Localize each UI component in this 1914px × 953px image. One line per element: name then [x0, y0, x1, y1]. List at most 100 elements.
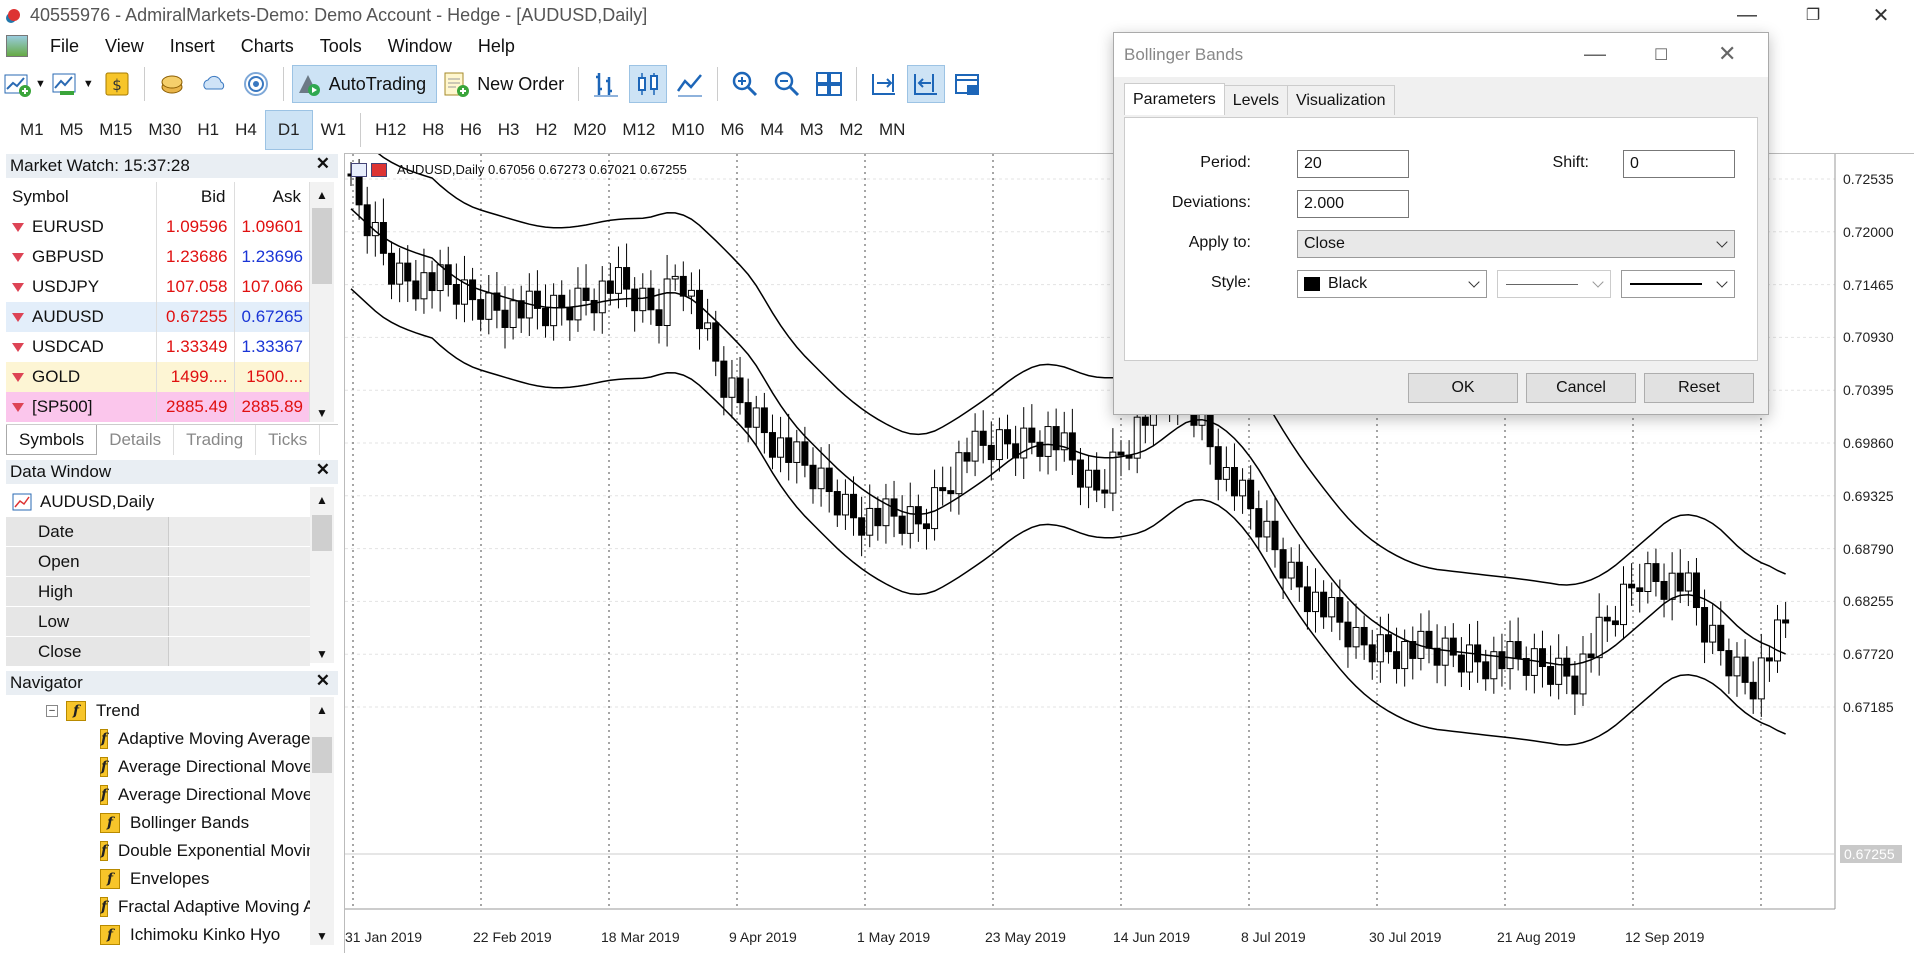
tree-item[interactable]: f Envelopes: [6, 865, 310, 893]
tab-parameters[interactable]: Parameters: [1124, 83, 1225, 115]
tab-ticks[interactable]: Ticks: [256, 425, 321, 455]
cancel-button[interactable]: Cancel: [1526, 373, 1636, 403]
timeframe-m2[interactable]: M2: [831, 110, 871, 150]
timeframe-h12[interactable]: H12: [367, 110, 414, 150]
chart-color-icon[interactable]: [371, 162, 387, 177]
tree-item[interactable]: f Double Exponential Moving Average: [6, 837, 310, 865]
reset-button[interactable]: Reset: [1644, 373, 1754, 403]
tab-levels[interactable]: Levels: [1223, 85, 1288, 115]
timeframe-m12[interactable]: M12: [614, 110, 663, 150]
data-window-close-icon[interactable]: ✕: [316, 460, 330, 480]
tree-item[interactable]: f Adaptive Moving Average: [6, 725, 310, 753]
data-window-scrollbar[interactable]: ▲ ▼: [310, 487, 334, 663]
market-watch-row[interactable]: GOLD 1499.... 1500....: [6, 362, 310, 392]
period-field[interactable]: 20: [1297, 150, 1409, 178]
timeframe-m1[interactable]: M1: [12, 110, 52, 150]
auto-scroll-button[interactable]: [907, 65, 946, 103]
column-ask[interactable]: Ask: [234, 182, 310, 212]
new-chart-button[interactable]: ▼: [2, 65, 46, 103]
scroll-up-icon[interactable]: ▲: [316, 188, 328, 202]
signals-button[interactable]: [237, 65, 275, 103]
scroll-thumb[interactable]: [312, 515, 332, 551]
tab-symbols[interactable]: Symbols: [6, 425, 98, 455]
tree-item[interactable]: f Fractal Adaptive Moving Average: [6, 893, 310, 921]
timeframe-w1[interactable]: W1: [313, 110, 355, 150]
new-order-button[interactable]: New Order: [441, 65, 570, 103]
market-watch-button[interactable]: $: [98, 65, 136, 103]
tree-group-trend[interactable]: – f Trend: [6, 697, 310, 725]
market-watch-row[interactable]: AUDUSD 0.67255 0.67265: [6, 302, 310, 332]
navigator-close-icon[interactable]: ✕: [316, 671, 330, 691]
tab-visualization[interactable]: Visualization: [1286, 85, 1395, 115]
scroll-down-icon[interactable]: ▼: [316, 647, 328, 661]
timeframe-d1[interactable]: D1: [264, 110, 313, 150]
column-symbol[interactable]: Symbol: [6, 182, 157, 212]
dialog-minimize-icon[interactable]: —: [1584, 41, 1606, 67]
chart-shift-button[interactable]: [865, 65, 903, 103]
timeframe-h1[interactable]: H1: [189, 110, 227, 150]
scroll-up-icon[interactable]: ▲: [316, 703, 328, 717]
tree-item[interactable]: f Bollinger Bands: [6, 809, 310, 837]
market-watch-row[interactable]: USDCAD 1.33349 1.33367: [6, 332, 310, 362]
scroll-thumb[interactable]: [312, 208, 332, 284]
market-watch-row[interactable]: USDJPY 107.058 107.066: [6, 272, 310, 302]
close-icon[interactable]: ✕: [1856, 0, 1906, 30]
tab-details[interactable]: Details: [97, 425, 175, 455]
line-style-select[interactable]: [1497, 270, 1611, 298]
zoom-in-button[interactable]: [726, 65, 764, 103]
menu-view[interactable]: View: [97, 36, 162, 57]
templates-button[interactable]: [949, 65, 987, 103]
dialog-close-icon[interactable]: ✕: [1718, 41, 1736, 67]
timeframe-h4[interactable]: H4: [227, 110, 265, 150]
apply-to-select[interactable]: Close: [1297, 230, 1735, 258]
bar-chart-button[interactable]: [587, 65, 625, 103]
timeframe-m15[interactable]: M15: [91, 110, 140, 150]
timeframe-m3[interactable]: M3: [792, 110, 832, 150]
scroll-thumb[interactable]: [312, 737, 332, 773]
tree-item[interactable]: f Ichimoku Kinko Hyo: [6, 921, 310, 949]
line-width-select[interactable]: [1621, 270, 1735, 298]
navigator-button[interactable]: [195, 65, 233, 103]
scroll-down-icon[interactable]: ▼: [316, 406, 328, 420]
ok-button[interactable]: OK: [1408, 373, 1518, 403]
menu-tools[interactable]: Tools: [312, 36, 380, 57]
collapse-icon[interactable]: –: [46, 705, 58, 717]
menu-window[interactable]: Window: [380, 36, 470, 57]
market-watch-row[interactable]: EURUSD 1.09596 1.09601: [6, 212, 310, 242]
autotrading-button[interactable]: AutoTrading: [291, 65, 438, 103]
candlestick-chart-button[interactable]: [629, 65, 668, 103]
scroll-up-icon[interactable]: ▲: [316, 493, 328, 507]
chart-window-icon[interactable]: [6, 35, 28, 57]
profiles-button[interactable]: ▼: [50, 65, 94, 103]
timeframe-m6[interactable]: M6: [712, 110, 752, 150]
dialog-maximize-icon[interactable]: ☐: [1654, 45, 1668, 65]
tab-trading[interactable]: Trading: [174, 425, 257, 455]
menu-file[interactable]: File: [42, 36, 97, 57]
timeframe-m5[interactable]: M5: [52, 110, 92, 150]
column-bid[interactable]: Bid: [156, 182, 235, 212]
market-watch-scrollbar[interactable]: ▲ ▼: [310, 182, 334, 422]
data-window-button[interactable]: [153, 65, 191, 103]
timeframe-m30[interactable]: M30: [140, 110, 189, 150]
market-watch-close-icon[interactable]: ✕: [316, 154, 330, 174]
tile-windows-button[interactable]: [810, 65, 848, 103]
timeframe-mn[interactable]: MN: [871, 110, 913, 150]
timeframe-h6[interactable]: H6: [452, 110, 490, 150]
market-watch-row[interactable]: GBPUSD 1.23686 1.23696: [6, 242, 310, 272]
restore-icon[interactable]: ❐: [1788, 0, 1838, 30]
shift-field[interactable]: 0: [1623, 150, 1735, 178]
timeframe-h2[interactable]: H2: [528, 110, 566, 150]
tree-item[interactable]: f Average Directional Movement Index: [6, 753, 310, 781]
timeframe-m10[interactable]: M10: [663, 110, 712, 150]
zoom-out-button[interactable]: [768, 65, 806, 103]
line-chart-button[interactable]: [671, 65, 709, 103]
menu-help[interactable]: Help: [470, 36, 533, 57]
menu-insert[interactable]: Insert: [162, 36, 233, 57]
timeframe-h3[interactable]: H3: [490, 110, 528, 150]
deviations-field[interactable]: 2.000: [1297, 190, 1409, 218]
timeframe-h8[interactable]: H8: [414, 110, 452, 150]
market-watch-row[interactable]: [SP500] 2885.49 2885.89: [6, 392, 310, 422]
tree-item[interactable]: f Average Directional Movement Index Wild…: [6, 781, 310, 809]
color-select[interactable]: Black: [1297, 270, 1487, 298]
menu-charts[interactable]: Charts: [233, 36, 312, 57]
